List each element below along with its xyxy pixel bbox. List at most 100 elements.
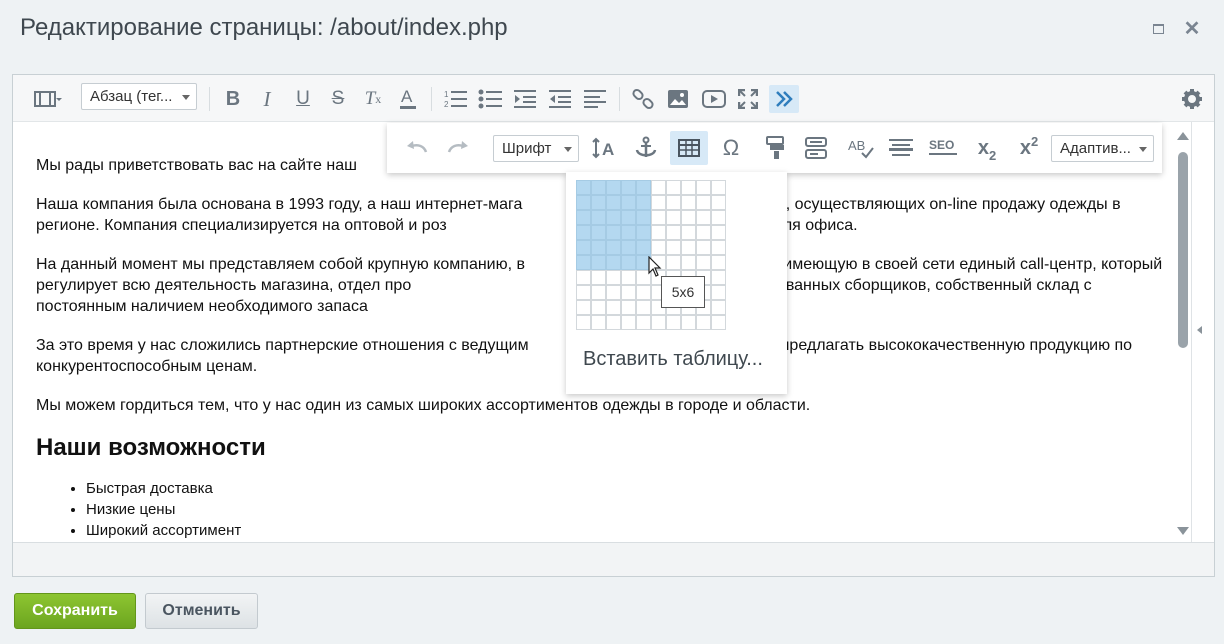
table-grid-cell[interactable] — [591, 210, 606, 225]
table-grid-cell[interactable] — [606, 300, 621, 315]
table-grid-cell[interactable] — [591, 300, 606, 315]
table-grid-cell[interactable] — [621, 315, 636, 330]
table-grid-cell[interactable] — [606, 195, 621, 210]
horizontal-rule-icon[interactable] — [887, 134, 915, 162]
table-grid-cell[interactable] — [681, 195, 696, 210]
table-grid-cell[interactable] — [681, 180, 696, 195]
table-grid-cell[interactable] — [666, 225, 681, 240]
table-grid-cell[interactable] — [621, 210, 636, 225]
table-grid-cell[interactable] — [696, 255, 711, 270]
insert-table-link[interactable]: Вставить таблицу... — [583, 348, 763, 371]
view-mode-icon[interactable] — [33, 85, 63, 113]
strikethrough-icon[interactable]: S — [324, 85, 352, 113]
block-template-icon[interactable] — [802, 134, 830, 162]
adaptive-select[interactable]: Адаптив... — [1051, 135, 1154, 162]
table-grid-cell[interactable] — [711, 210, 726, 225]
table-grid-cell[interactable] — [681, 255, 696, 270]
table-grid-cell[interactable] — [666, 180, 681, 195]
table-grid-cell[interactable] — [711, 270, 726, 285]
table-grid-cell[interactable] — [651, 195, 666, 210]
table-grid-cell[interactable] — [621, 255, 636, 270]
table-grid-cell[interactable] — [636, 315, 651, 330]
table-grid-cell[interactable] — [666, 195, 681, 210]
table-grid-cell[interactable] — [666, 240, 681, 255]
font-size-icon[interactable]: A — [591, 134, 619, 162]
superscript-icon[interactable]: x2 — [1015, 134, 1043, 162]
table-grid-cell[interactable] — [711, 285, 726, 300]
table-grid-cell[interactable] — [576, 180, 591, 195]
italic-icon[interactable]: I — [253, 85, 281, 113]
table-grid-cell[interactable] — [576, 195, 591, 210]
scroll-down-icon[interactable] — [1177, 527, 1189, 535]
table-grid-cell[interactable] — [696, 225, 711, 240]
table-grid-cell[interactable] — [711, 300, 726, 315]
table-grid-cell[interactable] — [621, 285, 636, 300]
font-color-icon[interactable]: A — [394, 85, 422, 113]
table-grid-cell[interactable] — [576, 300, 591, 315]
table-grid-cell[interactable] — [621, 270, 636, 285]
close-icon[interactable]: ✕ — [1182, 19, 1202, 39]
table-grid-cell[interactable] — [636, 195, 651, 210]
table-grid-cell[interactable] — [711, 180, 726, 195]
table-grid-cell[interactable] — [651, 315, 666, 330]
paragraph-format-select[interactable]: Абзац (тег... — [81, 83, 197, 110]
table-grid-cell[interactable] — [606, 240, 621, 255]
table-grid-cell[interactable] — [621, 225, 636, 240]
clear-format-icon[interactable]: Tx — [359, 85, 387, 113]
table-grid-cell[interactable] — [681, 315, 696, 330]
table-grid-cell[interactable] — [606, 210, 621, 225]
seo-icon[interactable]: SEO — [929, 134, 957, 162]
scrollbar-thumb[interactable] — [1178, 152, 1188, 348]
table-grid-cell[interactable] — [621, 240, 636, 255]
bold-icon[interactable]: B — [219, 85, 247, 113]
table-grid-cell[interactable] — [696, 210, 711, 225]
table-grid-cell[interactable] — [621, 180, 636, 195]
indent-icon[interactable] — [512, 85, 540, 113]
table-grid-cell[interactable] — [636, 180, 651, 195]
maximize-icon[interactable] — [1148, 19, 1168, 39]
table-grid-cell[interactable] — [591, 240, 606, 255]
unordered-list-icon[interactable] — [476, 85, 504, 113]
undo-icon[interactable] — [403, 134, 431, 162]
vertical-scrollbar[interactable] — [1176, 130, 1190, 541]
table-grid-cell[interactable] — [591, 285, 606, 300]
table-grid-cell[interactable] — [651, 240, 666, 255]
table-grid-cell[interactable] — [576, 225, 591, 240]
table-grid-cell[interactable] — [606, 180, 621, 195]
table-grid-cell[interactable] — [711, 315, 726, 330]
table-grid-cell[interactable] — [591, 180, 606, 195]
video-icon[interactable] — [700, 85, 728, 113]
save-button[interactable]: Сохранить — [14, 593, 136, 629]
table-grid-cell[interactable] — [696, 315, 711, 330]
redo-icon[interactable] — [444, 134, 472, 162]
table-grid-cell[interactable] — [636, 225, 651, 240]
anchor-icon[interactable] — [632, 134, 660, 162]
spellcheck-icon[interactable]: AB — [847, 134, 875, 162]
cancel-button[interactable]: Отменить — [145, 593, 258, 629]
table-grid-cell[interactable] — [606, 315, 621, 330]
table-grid-cell[interactable] — [636, 300, 651, 315]
table-grid-cell[interactable] — [666, 210, 681, 225]
ordered-list-icon[interactable]: 12 — [442, 85, 470, 113]
outdent-icon[interactable] — [547, 85, 575, 113]
special-char-icon[interactable]: Ω — [717, 134, 745, 162]
table-icon[interactable] — [670, 131, 708, 165]
subscript-icon[interactable]: x2 — [973, 134, 1001, 163]
table-grid-cell[interactable] — [621, 300, 636, 315]
table-grid-cell[interactable] — [696, 195, 711, 210]
table-grid-cell[interactable] — [666, 315, 681, 330]
table-grid-cell[interactable] — [651, 180, 666, 195]
table-grid-cell[interactable] — [576, 315, 591, 330]
side-panel-toggle-icon[interactable] — [1197, 326, 1202, 334]
table-grid-cell[interactable] — [711, 240, 726, 255]
table-grid-cell[interactable] — [696, 180, 711, 195]
table-grid-cell[interactable] — [711, 195, 726, 210]
table-grid-cell[interactable] — [681, 210, 696, 225]
table-grid-cell[interactable] — [666, 255, 681, 270]
table-grid-cell[interactable] — [681, 240, 696, 255]
table-grid-cell[interactable] — [621, 195, 636, 210]
more-tools-icon[interactable] — [769, 85, 799, 113]
underline-icon[interactable]: U — [289, 85, 317, 113]
font-family-select[interactable]: Шрифт — [493, 135, 579, 162]
scroll-up-icon[interactable] — [1177, 132, 1189, 140]
